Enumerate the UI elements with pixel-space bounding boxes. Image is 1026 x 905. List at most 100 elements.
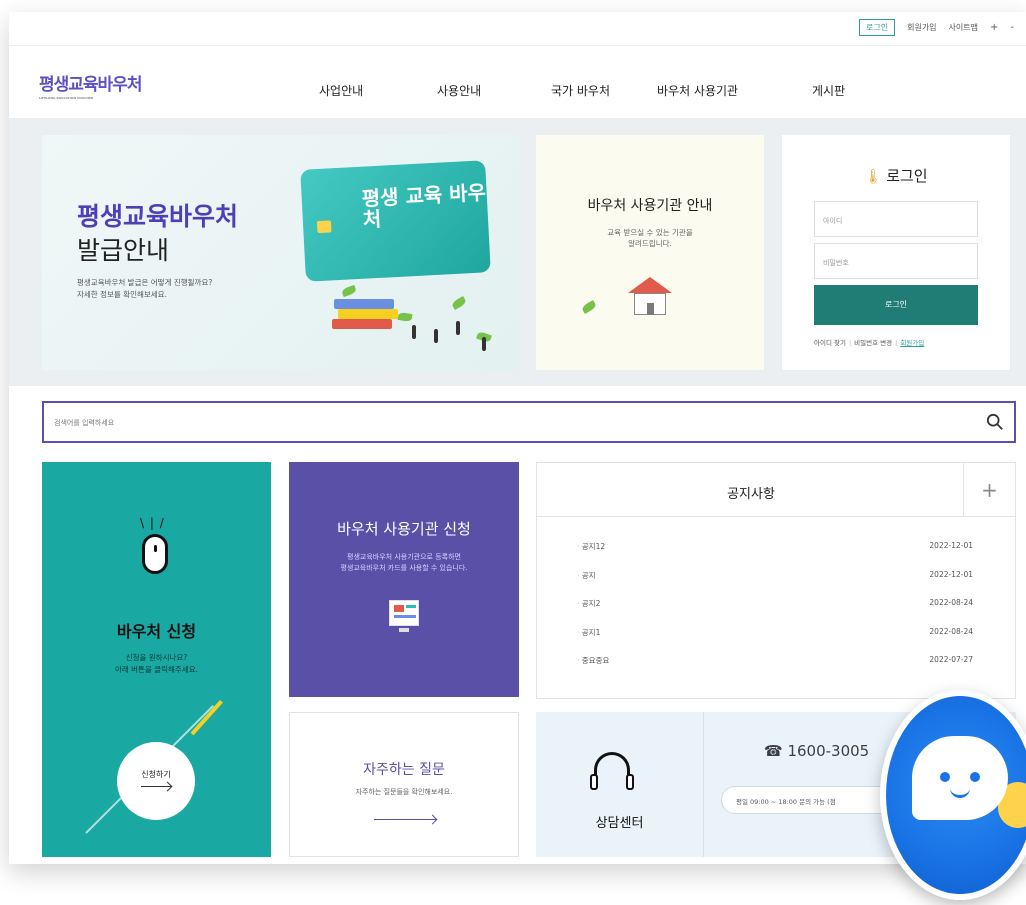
header: 평생교육바우처 LIFELONG EDUCATION VOUCHER 사업안내 … bbox=[9, 46, 1026, 118]
nav-item-voucher-agency[interactable]: 바우처 사용기관 bbox=[657, 82, 738, 99]
books-illustration bbox=[332, 295, 402, 335]
book-icon bbox=[338, 309, 398, 319]
notice-item-title[interactable]: 공지1 bbox=[577, 627, 601, 656]
chatbot-button[interactable] bbox=[880, 690, 1026, 900]
banner-description: 평생교육바우처 발급은 어떻게 진행될까요? 자세한 정보를 확인해보세요. bbox=[77, 277, 212, 301]
change-password-link[interactable]: 비밀번호 변경 bbox=[854, 339, 892, 347]
school-door bbox=[647, 303, 654, 315]
arrow-right-icon bbox=[374, 819, 436, 820]
notice-header: 공지사항 + bbox=[537, 463, 1015, 517]
notice-item-title[interactable]: 공지12 bbox=[577, 541, 605, 570]
card-text: 평생 교육 바우처 bbox=[361, 180, 487, 232]
mouse-wheel bbox=[154, 545, 157, 552]
notice-more-button[interactable]: + bbox=[963, 463, 1015, 517]
faq-title: 자주하는 질문 bbox=[363, 762, 445, 778]
nav-item-board[interactable]: 게시판 bbox=[812, 82, 845, 99]
util-dash-icon[interactable]: - bbox=[1010, 22, 1014, 33]
agency-info-desc-line1: 교육 받으실 수 있는 기관을 bbox=[607, 228, 693, 237]
util-join-link[interactable]: 회원가입 bbox=[907, 22, 936, 33]
monitor-block bbox=[394, 605, 404, 612]
headset-ear-left bbox=[590, 774, 598, 790]
password-field[interactable]: 비밀번호 bbox=[814, 243, 978, 279]
thermometer-icon: 🌡 bbox=[864, 169, 883, 185]
search-icon[interactable] bbox=[986, 413, 1004, 431]
search-input[interactable]: 검색어를 입력하세요 bbox=[54, 418, 114, 428]
find-id-link[interactable]: 아이디 찾기 bbox=[814, 339, 846, 347]
notice-item[interactable]: 공지12 2022-12-01 bbox=[577, 541, 973, 570]
notice-board: 공지사항 + 공지12 2022-12-01 공지 2022-12-01 공지2… bbox=[536, 462, 1016, 699]
monitor-block bbox=[394, 615, 416, 618]
pencil-icon bbox=[190, 699, 223, 736]
util-sitemap-link[interactable]: 사이트맵 bbox=[949, 22, 978, 33]
nav-item-national-voucher[interactable]: 국가 바우처 bbox=[551, 82, 610, 99]
site-logo[interactable]: 평생교육바우처 LIFELONG EDUCATION VOUCHER bbox=[39, 70, 142, 100]
notice-item[interactable]: 공지 2022-12-01 bbox=[577, 570, 973, 599]
notice-item-date: 2022-07-27 bbox=[929, 655, 973, 664]
issuance-banner[interactable]: 평생교육바우처 발급안내 평생교육바우처 발급은 어떻게 진행될까요? 자세한 … bbox=[42, 135, 519, 370]
voucher-apply-desc-line2: 아래 버튼을 클릭해주세요. bbox=[114, 665, 199, 674]
voucher-apply-description: 신청을 원하시나요? 아래 버튼을 클릭해주세요. bbox=[42, 652, 271, 676]
person-icon bbox=[434, 329, 438, 343]
faq-description: 자주하는 질문들을 확인해보세요. bbox=[355, 788, 453, 796]
chatbot-eye bbox=[970, 772, 980, 782]
util-plus-icon[interactable]: + bbox=[990, 22, 998, 33]
utility-bar: 로그인 회원가입 사이트맵 + - bbox=[9, 12, 1026, 46]
nav-item-business[interactable]: 사업안내 bbox=[319, 82, 363, 99]
banner-subtitle: 발급안내 bbox=[77, 236, 170, 265]
voucher-apply-desc-line1: 신청을 원하시나요? bbox=[125, 653, 188, 662]
notice-item-title[interactable]: 중요중요 bbox=[577, 655, 610, 684]
support-phone[interactable]: ☎ 1600-3005 bbox=[764, 742, 869, 760]
notice-item-title[interactable]: 공지 bbox=[577, 570, 596, 599]
headset-ear-right bbox=[626, 774, 634, 790]
agency-info-title: 바우처 사용기관 안내 bbox=[587, 198, 713, 214]
nav-item-usage[interactable]: 사용안내 bbox=[437, 82, 481, 99]
agency-apply-title: 바우처 사용기관 신청 bbox=[337, 520, 471, 538]
login-title: 🌡 로그인 bbox=[782, 165, 1010, 186]
notice-item-date: 2022-08-24 bbox=[929, 626, 973, 636]
chatbot-eye bbox=[940, 772, 950, 782]
voucher-apply-title: 바우처 신청 bbox=[116, 622, 197, 641]
monitor-icon bbox=[389, 600, 419, 626]
id-field[interactable]: 아이디 bbox=[814, 201, 978, 237]
login-title-text: 로그인 bbox=[886, 167, 928, 185]
logo-subtitle: LIFELONG EDUCATION VOUCHER bbox=[39, 96, 94, 100]
headset-icon bbox=[594, 752, 630, 788]
voucher-card-illustration: 평생 교육 바우처 bbox=[300, 160, 491, 282]
util-login-link[interactable]: 로그인 bbox=[859, 19, 896, 36]
notice-item-date: 2022-08-24 bbox=[929, 598, 973, 607]
join-link[interactable]: 회원가입 bbox=[900, 339, 924, 347]
agency-apply-desc-line2: 평생교육바우처 카드를 사용할 수 있습니다. bbox=[340, 564, 468, 573]
notice-item[interactable]: 공지2 2022-08-24 bbox=[577, 598, 973, 627]
agency-apply-panel[interactable]: 바우처 사용기관 신청 평생교육바우처 사용기관으로 등록하면 평생교육바우처 … bbox=[289, 462, 519, 697]
agency-apply-description: 평생교육바우처 사용기관으로 등록하면 평생교육바우처 카드를 사용할 수 있습… bbox=[289, 552, 519, 574]
monitor-block bbox=[406, 605, 416, 608]
apply-button[interactable]: 신청하기 bbox=[117, 742, 195, 820]
spark-icon: \ | / bbox=[140, 516, 165, 530]
school-icon bbox=[628, 277, 672, 317]
person-icon bbox=[412, 325, 416, 339]
person-icon bbox=[456, 321, 460, 335]
monitor-stand bbox=[399, 628, 409, 632]
search-bar[interactable]: 검색어를 입력하세요 bbox=[42, 401, 1016, 443]
notice-item-title[interactable]: 공지2 bbox=[577, 598, 601, 627]
school-roof bbox=[628, 277, 672, 293]
notice-item-date: 2022-12-01 bbox=[929, 541, 973, 550]
login-button[interactable]: 로그인 bbox=[814, 285, 978, 325]
chatbot-face-icon bbox=[912, 736, 1008, 820]
book-icon bbox=[334, 299, 394, 309]
agency-info-card[interactable]: 바우처 사용기관 안내 교육 받으실 수 있는 기관을 알려드립니다. bbox=[536, 135, 764, 370]
login-panel: 🌡 로그인 아이디 비밀번호 로그인 아이디 찾기 | 비밀번호 변경 | 회원가입 bbox=[782, 135, 1010, 370]
support-center-title: 상담센터 bbox=[595, 816, 644, 831]
notice-item[interactable]: 공지1 2022-08-24 bbox=[577, 627, 973, 656]
banner-title: 평생교육바우처 bbox=[77, 202, 239, 231]
page-frame: 로그인 회원가입 사이트맵 + - 평생교육바우처 LIFELONG EDUCA… bbox=[9, 12, 1026, 864]
person-icon bbox=[482, 337, 486, 351]
notice-item[interactable]: 중요중요 2022-07-27 bbox=[577, 655, 973, 684]
mouse-icon bbox=[142, 534, 168, 574]
voucher-apply-panel[interactable]: \ | / 바우처 신청 신청을 원하시나요? 아래 버튼을 클릭해주세요. 신… bbox=[42, 462, 271, 857]
faq-panel[interactable]: 자주하는 질문 자주하는 질문들을 확인해보세요. bbox=[289, 712, 519, 857]
support-center-left: 상담센터 bbox=[536, 712, 704, 857]
notice-item-date: 2022-12-01 bbox=[929, 569, 973, 579]
logo-title: 평생교육바우처 bbox=[39, 75, 142, 95]
card-chip-icon bbox=[316, 220, 332, 234]
